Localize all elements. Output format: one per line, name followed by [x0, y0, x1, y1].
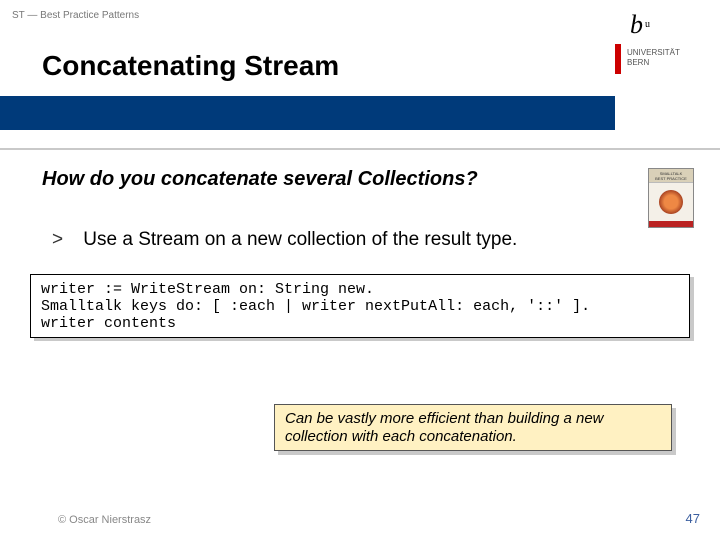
book-title: SMALLTALK BEST PRACTICE: [649, 169, 693, 181]
code-line-2: Smalltalk keys do: [ :each | writer next…: [41, 298, 590, 315]
footer-copyright: © Oscar Nierstrasz: [58, 514, 151, 526]
code-line-1: writer := WriteStream on: String new.: [41, 281, 374, 298]
footer-page-number: 47: [686, 511, 700, 526]
book-header: SMALLTALK BEST PRACTICE: [649, 169, 693, 183]
divider-line: [0, 148, 720, 150]
page-title: Concatenating Stream: [42, 50, 339, 82]
header-breadcrumb: ST — Best Practice Patterns: [12, 10, 139, 21]
code-block: writer := WriteStream on: String new. Sm…: [30, 274, 690, 338]
logo-text: UNIVERSITÄT BERN: [627, 48, 680, 68]
logo-letter-b: b: [630, 10, 643, 39]
logo-mark: bu: [630, 10, 650, 40]
question-heading: How do you concatenate several Collectio…: [42, 168, 478, 191]
logo-red-bar: [615, 44, 621, 74]
logo-line2: BERN: [627, 58, 680, 68]
logo-line1: UNIVERSITÄT: [627, 48, 680, 58]
book-footer-bar: [649, 221, 693, 227]
title-underline-bar: [0, 96, 615, 130]
book-cover-art: [649, 183, 693, 221]
book-thumbnail: SMALLTALK BEST PRACTICE: [648, 168, 694, 228]
slide: ST — Best Practice Patterns Concatenatin…: [0, 0, 720, 540]
note-callout: Can be vastly more efficient than buildi…: [274, 404, 672, 451]
book-circle-icon: [659, 190, 683, 214]
bullet-item: > Use a Stream on a new collection of th…: [52, 229, 517, 251]
code-line-3: writer contents: [41, 315, 176, 332]
logo-letter-u: u: [645, 19, 650, 30]
bullet-marker: >: [52, 229, 66, 251]
university-logo: bu UNIVERSITÄT BERN: [615, 0, 720, 108]
bullet-text: Use a Stream on a new collection of the …: [83, 229, 517, 251]
